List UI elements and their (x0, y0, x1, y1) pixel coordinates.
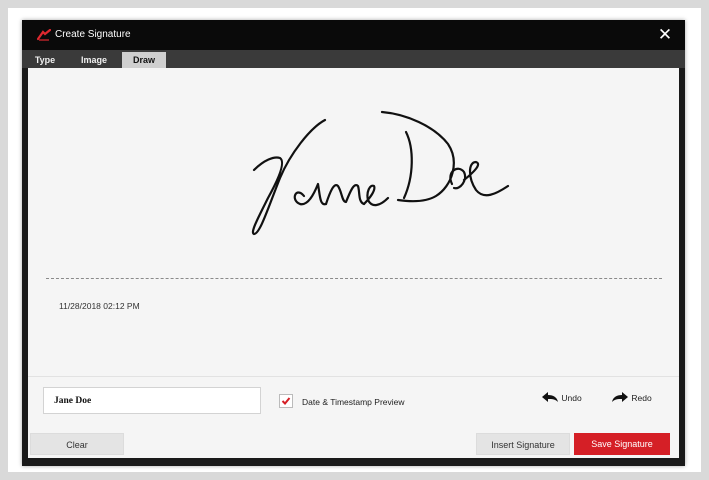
drawn-signature (251, 110, 510, 236)
tab-image[interactable]: Image (74, 52, 114, 68)
signature-canvas[interactable]: 11/28/2018 02:12 PM (28, 68, 679, 376)
undo-label: Undo (561, 393, 582, 403)
tab-type[interactable]: Type (30, 52, 60, 68)
signature-logo-icon (37, 29, 51, 41)
redo-label: Redo (631, 393, 652, 403)
undo-arrow-icon (542, 392, 558, 402)
signature-baseline (46, 278, 662, 279)
create-signature-dialog: Create Signature ✕ Type Image Draw 11/28… (22, 20, 685, 466)
timestamp-checkbox-label: Date & Timestamp Preview (302, 397, 405, 407)
signature-controls: Date & Timestamp Preview Undo Redo (28, 376, 679, 431)
name-input[interactable] (43, 387, 261, 414)
tab-draw[interactable]: Draw (122, 52, 166, 68)
save-signature-button[interactable]: Save Signature (574, 433, 670, 455)
redo-arrow-icon (612, 392, 628, 402)
redo-button[interactable]: Redo (611, 391, 652, 409)
checkmark-icon (281, 397, 291, 405)
dialog-title: Create Signature (55, 29, 131, 40)
undo-button[interactable]: Undo (541, 391, 582, 409)
title-bar: Create Signature ✕ (22, 20, 685, 50)
timestamp-preview: 11/28/2018 02:12 PM (59, 301, 140, 311)
clear-button[interactable]: Clear (30, 433, 124, 455)
close-icon[interactable]: ✕ (654, 24, 676, 46)
timestamp-checkbox[interactable] (279, 394, 293, 408)
dialog-footer: Clear Insert Signature Save Signature (28, 430, 679, 458)
insert-signature-button[interactable]: Insert Signature (476, 433, 570, 455)
tab-bar: Type Image Draw (22, 50, 685, 68)
